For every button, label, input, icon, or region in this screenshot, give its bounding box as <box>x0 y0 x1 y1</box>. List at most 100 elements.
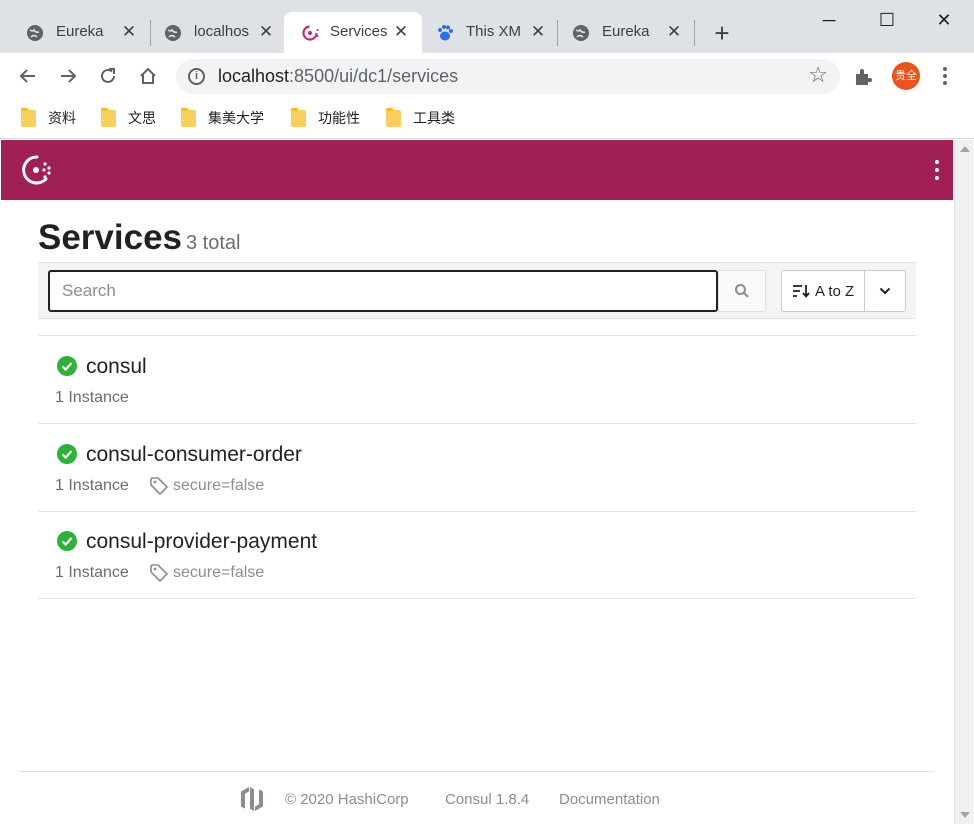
tab-close-icon[interactable]: ✕ <box>391 21 411 43</box>
search-button[interactable] <box>718 270 766 312</box>
tag-icon <box>150 564 168 582</box>
service-tag: secure=false <box>149 476 264 496</box>
tab-close-icon[interactable]: ✕ <box>256 21 276 43</box>
scroll-down-icon[interactable] <box>960 812 970 818</box>
hashicorp-logo-icon[interactable] <box>239 785 265 813</box>
tab-title: localhos <box>194 23 250 40</box>
globe-icon <box>27 25 43 41</box>
browser-menu-icon[interactable] <box>938 64 952 88</box>
service-name-link[interactable]: consul-provider-payment <box>86 530 317 554</box>
scroll-up-icon[interactable] <box>960 146 970 152</box>
arrow-left-icon <box>19 69 35 83</box>
arrow-right-icon <box>61 69 77 83</box>
extensions-puzzle-icon[interactable] <box>852 66 874 88</box>
tag-icon <box>150 477 168 495</box>
browser-tab-eureka-2[interactable]: Eureka ✕ <box>546 12 694 53</box>
services-total-count: 3 total <box>186 232 241 254</box>
globe-icon <box>573 25 589 41</box>
reload-icon <box>101 68 115 83</box>
page-footer: © 2020 HashiCorp Consul 1.8.4 Documentat… <box>0 785 953 815</box>
sort-icon <box>793 285 810 298</box>
profile-avatar[interactable]: 贵全 <box>892 62 920 90</box>
folder-icon <box>101 107 116 127</box>
browser-tab-services[interactable]: Services ✕ <box>284 12 422 53</box>
service-name-link[interactable]: consul <box>86 355 147 379</box>
passing-check-icon <box>57 356 77 376</box>
url-text[interactable]: localhost:8500/ui/dc1/services <box>218 66 458 87</box>
service-name-link[interactable]: consul-consumer-order <box>86 443 302 467</box>
bookmark-star-icon[interactable]: ☆ <box>808 62 828 88</box>
tab-close-icon[interactable]: ✕ <box>528 21 548 43</box>
sort-label: A to Z <box>815 282 855 300</box>
bookmark-folder[interactable]: 功能性 <box>291 107 360 129</box>
tab-close-icon[interactable]: ✕ <box>119 21 139 43</box>
service-instance-count: 1 Instance <box>55 564 129 581</box>
maximize-button[interactable]: ☐ <box>873 6 901 34</box>
url-host: localhost <box>218 66 290 86</box>
folder-icon <box>386 107 401 127</box>
page-title: Services <box>38 218 183 257</box>
browser-tab-localhost[interactable]: localhos ✕ <box>138 12 288 53</box>
bookmark-folder[interactable]: 文思 <box>101 107 156 129</box>
back-button[interactable] <box>13 61 43 91</box>
site-info-icon[interactable]: i <box>188 68 205 85</box>
reload-button[interactable] <box>93 61 123 91</box>
tab-separator <box>694 20 695 46</box>
home-icon <box>140 67 156 84</box>
chevron-down-icon <box>879 287 891 295</box>
bookmark-folder[interactable]: 工具类 <box>386 107 455 129</box>
tab-title: This XM <box>466 23 522 40</box>
browser-tab-xml[interactable]: This XM ✕ <box>422 12 562 53</box>
footer-divider <box>19 771 934 772</box>
consul-logo-icon[interactable] <box>20 153 54 187</box>
search-input[interactable] <box>48 270 718 312</box>
folder-icon <box>181 107 196 127</box>
forward-button[interactable] <box>53 61 83 91</box>
address-bar[interactable]: i localhost:8500/ui/dc1/services ☆ <box>176 59 840 94</box>
baidu-paw-icon <box>438 25 453 41</box>
bookmark-label: 集美大学 <box>208 110 264 126</box>
services-filter-bar: A to Z <box>38 262 916 319</box>
sort-button[interactable]: A to Z <box>781 270 865 312</box>
consul-top-nav <box>1 140 953 200</box>
service-row[interactable]: consul-provider-payment 1 Instance secur… <box>38 511 916 599</box>
tab-title: Eureka <box>56 23 104 40</box>
service-instance-count: 1 Instance <box>55 477 129 494</box>
bookmark-label: 资料 <box>48 110 76 126</box>
service-tag-text: secure=false <box>173 564 265 581</box>
passing-check-icon <box>57 444 77 464</box>
passing-check-icon <box>57 531 77 551</box>
browser-tab-eureka-1[interactable]: Eureka ✕ <box>0 12 150 53</box>
folder-icon <box>21 107 36 127</box>
tab-title: Eureka <box>602 23 650 40</box>
home-button[interactable] <box>133 61 163 91</box>
bookmark-label: 工具类 <box>413 110 455 126</box>
footer-documentation-link[interactable]: Documentation <box>559 791 660 808</box>
tab-title: Services <box>330 23 388 40</box>
bookmarks-bar: 资料 文思 集美大学 功能性 工具类 <box>0 99 974 139</box>
footer-copyright: © 2020 HashiCorp <box>285 791 409 808</box>
browser-toolbar: i localhost:8500/ui/dc1/services ☆ 贵全 <box>0 53 974 99</box>
bookmark-folder[interactable]: 资料 <box>21 107 76 129</box>
service-row[interactable]: consul 1 Instance <box>38 336 916 424</box>
minimize-button[interactable]: ─ <box>815 6 843 34</box>
tab-close-icon[interactable]: ✕ <box>664 21 684 43</box>
consul-icon <box>302 25 319 41</box>
footer-version-link[interactable]: Consul 1.8.4 <box>445 791 529 808</box>
folder-icon <box>291 107 306 127</box>
url-path: :8500/ui/dc1/services <box>289 66 459 86</box>
sort-dropdown-toggle[interactable] <box>864 270 906 312</box>
search-icon <box>735 284 749 298</box>
service-tag: secure=false <box>149 563 264 583</box>
page-scrollbar[interactable] <box>954 140 973 824</box>
bookmark-label: 功能性 <box>318 110 360 126</box>
bookmark-folder[interactable]: 集美大学 <box>181 107 264 129</box>
app-menu-icon[interactable] <box>935 160 941 180</box>
browser-tab-strip: Eureka ✕ localhos ✕ Services ✕ This XM ✕… <box>0 0 974 53</box>
service-instance-count: 1 Instance <box>55 389 129 406</box>
service-tag-text: secure=false <box>173 477 265 494</box>
close-window-button[interactable]: ✕ <box>930 6 958 34</box>
service-row[interactable]: consul-consumer-order 1 Instance secure=… <box>38 424 916 512</box>
new-tab-button[interactable]: + <box>707 19 737 49</box>
globe-icon <box>165 25 181 41</box>
